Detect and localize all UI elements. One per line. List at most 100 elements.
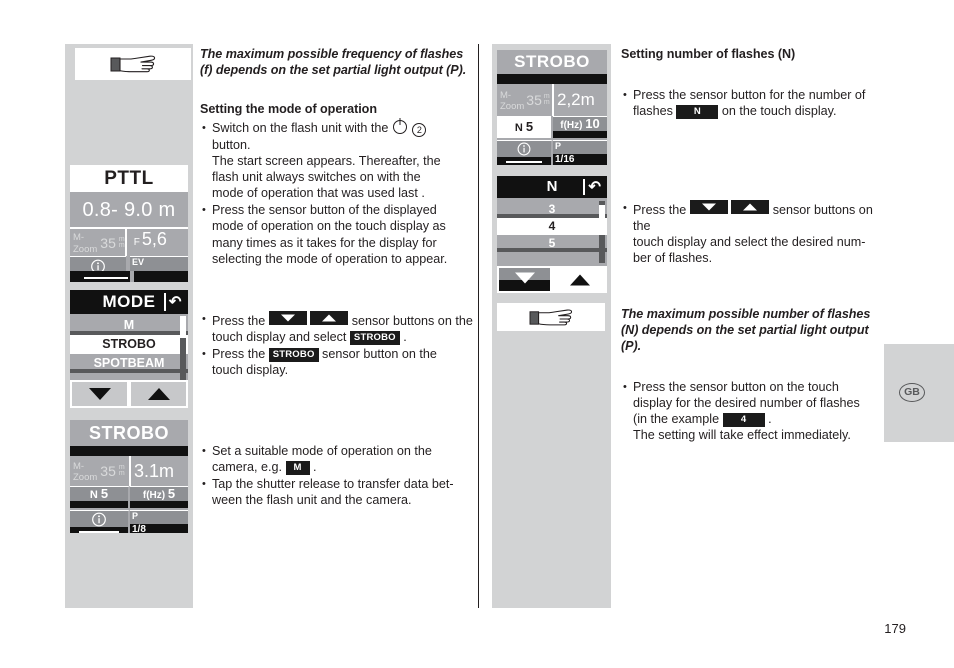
bullet5-l2a: camera, e.g. <box>212 460 282 475</box>
lcd-strobo-left-p-value: 1/8 <box>132 524 146 533</box>
lcd-mode-item-m[interactable]: M <box>70 316 188 335</box>
info-icon <box>517 142 531 156</box>
lcd-pttl-distance: 0.8- 9.0 m <box>82 199 176 221</box>
bullet4-pre: Press the <box>212 347 266 362</box>
bullet4-post: sensor button on the <box>322 347 437 362</box>
lcd-n-select-screen: N ↶ 3 4 5 <box>497 176 607 293</box>
lcd-n-scrollbar-thumb[interactable] <box>599 205 605 235</box>
r-bullet3-l3b: . <box>768 412 772 427</box>
strobo-chip: STROBO <box>349 330 400 345</box>
bullet5-l1: Set a suitable mode of operation on the <box>212 444 432 458</box>
lcd-strobo-left-f-button[interactable]: f(Hz) 5 <box>130 486 188 508</box>
lcd-n-item-4[interactable]: 4 <box>497 218 607 235</box>
lcd-strobo-left-zoom-cell: M- Zoom 35 mm <box>73 460 125 483</box>
middle-bullets-3: Set a suitable mode of operation on the … <box>202 442 474 509</box>
lcd-strobo-left-p-button[interactable]: P 1/8 <box>130 510 188 533</box>
right-bullets-1: Press the sensor button for the number o… <box>623 86 893 120</box>
lcd-strobo-right-f-label: f(Hz) <box>560 120 583 131</box>
lcd-strobo-left-zoom-label-2: Zoom <box>73 472 98 483</box>
lcd-strobo-right-f-button[interactable]: f(Hz) 10 <box>553 116 607 138</box>
up-arrow-icon <box>147 388 170 400</box>
lcd-pttl-ev-label: EV <box>132 257 145 267</box>
lcd-strobo-right-info-button[interactable] <box>497 140 553 165</box>
lcd-strobo-right-p-button[interactable]: P 1/16 <box>553 140 607 165</box>
lcd-mode-scrollbar-track[interactable] <box>180 316 186 382</box>
r-bullet1-l2a: flashes <box>633 104 673 119</box>
lcd-strobo-right-zoom-label-1: M- <box>500 89 512 101</box>
manual-page: GB 179 PTTL 0.8- 9.0 m M- Zoom 35 mm F 5… <box>0 0 954 668</box>
column-divider <box>478 44 479 608</box>
lcd-mode-screen: MODE ↶ M STROBO SPOTBEAM <box>70 290 188 408</box>
r-bullet1-line2: flashes N on the touch display. <box>633 103 893 119</box>
bullet1-sub3: mode of operation that was used last . <box>212 186 425 201</box>
lcd-strobo-right-n-button[interactable]: N 5 <box>497 116 553 138</box>
lcd-strobo-left-n-label: N <box>89 489 98 501</box>
bullet3-l2b: . <box>403 330 407 345</box>
lcd-n-scrollbar-track[interactable] <box>599 201 605 263</box>
lcd-strobo-right-nf-row: N 5 f(Hz) 10 <box>497 116 607 138</box>
lcd-strobo-right-p-value: 1/16 <box>555 154 575 165</box>
lcd-mode-item-strobo[interactable]: STROBO <box>70 335 188 354</box>
r-bullet2-pre: Press the <box>633 203 687 217</box>
r-bullet3-l1: Press the sensor button on the touch <box>633 380 839 394</box>
lcd-strobo-right-n-value: 5 <box>525 119 534 134</box>
note-max-frequency: The maximum possible frequency of flashe… <box>200 47 467 78</box>
heading-setting-flashes: Setting number of flashes (N) <box>621 47 796 61</box>
bullet3-l2a: touch display and select <box>212 330 347 345</box>
list-item: Tap the shutter release to transfer data… <box>202 476 474 508</box>
m-mode-chip: M <box>285 460 310 475</box>
back-arrow-icon[interactable]: ↶ <box>169 295 182 310</box>
lcd-strobo-left-p-label: P <box>132 511 139 521</box>
lcd-n-list: 3 4 5 <box>497 198 607 263</box>
lcd-n-title: N <box>546 178 558 195</box>
locale-badge-gb: GB <box>899 383 925 402</box>
bullet3-pre: Press the <box>212 314 266 328</box>
lcd-strobo-left-info-button[interactable] <box>70 510 130 533</box>
lcd-pttl-zoom-label-1: M- <box>73 232 85 243</box>
note-hand-box-right <box>497 303 605 331</box>
lcd-strobo-left-distance: 3.1m <box>129 456 188 486</box>
lcd-strobo-right-zoom-label-2: Zoom <box>500 101 525 112</box>
bullet1-sub2: flash unit always switches on with the <box>212 170 421 185</box>
lcd-n-item-3[interactable]: 3 <box>497 201 607 218</box>
down-arrow-icon <box>88 388 111 400</box>
bullet2-l4: selecting the mode of operation to appea… <box>212 251 448 266</box>
lcd-n-item-5[interactable]: 5 <box>497 235 607 252</box>
power-icon <box>392 120 407 134</box>
lcd-mode-item-spotbeam[interactable]: SPOTBEAM <box>70 354 188 373</box>
lcd-strobo-right-distance: 2,2m <box>552 84 607 116</box>
lcd-mode-up-button[interactable] <box>129 380 188 408</box>
lcd-mode-title-bar: MODE ↶ <box>70 290 188 314</box>
lcd-n-up-button[interactable] <box>552 266 607 293</box>
r-bullet1-l2b: on the touch display. <box>721 104 837 119</box>
lcd-strobo-screen-left: STROBO M- Zoom 35 mm 3.1m N 5 f(Hz) 5 P … <box>70 420 188 533</box>
r-bullet2-l3: ber of flashes. <box>633 251 713 266</box>
lcd-n-button-row <box>497 266 607 293</box>
lcd-pttl-aperture-prefix: F <box>133 237 140 248</box>
right-bullets-2: Press the sensor buttons on the touch di… <box>623 199 893 267</box>
bullet5-line2: camera, e.g. M . <box>212 459 474 475</box>
back-arrow-icon[interactable]: ↶ <box>588 180 601 195</box>
lcd-strobo-left-n-button[interactable]: N 5 <box>70 486 130 508</box>
bullet2-l2: mode of operation on the touch display a… <box>212 219 446 234</box>
bullet1-rest: button. <box>212 138 251 152</box>
bullet6-l2: ween the flash unit and the camera. <box>212 493 412 508</box>
lcd-n-down-button[interactable] <box>497 266 552 293</box>
r-bullet3-line3: (in the example 4 . <box>633 411 893 427</box>
lcd-strobo-left-bottom-row: P 1/8 <box>70 510 188 533</box>
page-number: 179 <box>884 621 906 636</box>
lcd-mode-scrollbar-thumb[interactable] <box>180 316 186 338</box>
up-arrow-chip-icon <box>731 200 770 214</box>
lcd-strobo-left-title: STROBO <box>70 420 188 446</box>
pointing-hand-icon <box>529 308 573 325</box>
bullet1-sub1: The start screen appears. Thereafter, th… <box>212 154 441 169</box>
middle-bullets-1: Switch on the flash unit with the 2 butt… <box>202 119 474 268</box>
lcd-strobo-right-zoom-cell: M- Zoom 35 mm <box>500 89 550 112</box>
bullet4-l2: touch display. <box>212 363 289 378</box>
lcd-strobo-right-n-label: N <box>514 122 523 134</box>
lcd-mode-down-button[interactable] <box>70 380 129 408</box>
list-item: Press the sensor button of the displayed… <box>202 202 474 266</box>
lcd-pttl-mode-title: PTTL <box>70 165 188 192</box>
callout-number-2: 2 <box>412 123 427 137</box>
lcd-strobo-screen-right: STROBO M- Zoom 35 mm 2,2m N 5 f(Hz) 10 P… <box>497 50 607 165</box>
